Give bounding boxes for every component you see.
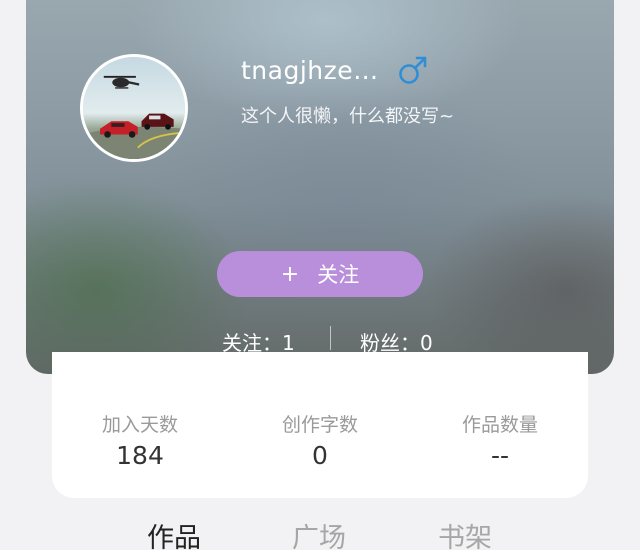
counts-divider [330, 326, 331, 350]
male-icon [399, 56, 427, 84]
following-count[interactable]: 关注：1 [222, 327, 295, 356]
avatar[interactable] [80, 54, 188, 162]
stat-label: 创作字数 [281, 414, 358, 436]
stat-join-days: 加入天数 184 [60, 410, 220, 470]
profile-page: tnagjhze… 这个人很懒，什么都没写~ + 关注 关注：1 粉丝：0 加入… [0, 0, 640, 550]
avatar-image [83, 57, 185, 159]
stat-value: 0 [312, 441, 328, 470]
follow-button[interactable]: + 关注 [217, 251, 423, 297]
stats-card: 加入天数 184 创作字数 0 作品数量 -- [52, 352, 588, 498]
follow-button-label: 关注 [317, 263, 360, 287]
profile-tabs: 作品 广场 书架 [0, 514, 640, 550]
stat-works-count: 作品数量 -- [420, 410, 580, 470]
tab-works[interactable]: 作品 [147, 516, 201, 550]
plus-icon: + [280, 261, 300, 287]
fans-count[interactable]: 粉丝：0 [360, 327, 433, 356]
tab-bookshelf[interactable]: 书架 [438, 516, 492, 550]
stat-value: 184 [116, 441, 164, 470]
stat-label: 加入天数 [101, 414, 178, 436]
stat-value: -- [490, 441, 510, 470]
profile-bio: 这个人很懒，什么都没写~ [241, 106, 455, 127]
stat-label: 作品数量 [461, 414, 538, 436]
follow-counts: 关注：1 粉丝：0 [0, 322, 640, 356]
username: tnagjhze… [241, 56, 379, 85]
tab-square[interactable]: 广场 [292, 516, 346, 550]
stat-word-count: 创作字数 0 [240, 410, 400, 470]
